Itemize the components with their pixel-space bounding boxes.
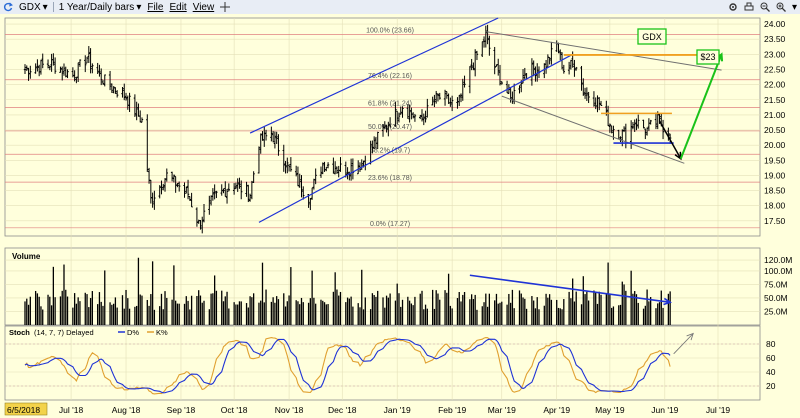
price-tick-label: 19.50 [764, 155, 786, 165]
toolbar-divider [52, 2, 54, 12]
print-icon[interactable] [741, 0, 757, 14]
stoch-tick-label: 20 [766, 381, 776, 391]
stoch-params: (14, 7, 7) Delayed [34, 328, 94, 337]
menu-file[interactable]: File [144, 0, 166, 14]
stoch-tick-label: 40 [766, 367, 776, 377]
target-badge-label: $23 [700, 52, 715, 62]
target-badge: $23 [696, 49, 720, 65]
volume-tick-label: 100.0M [764, 266, 792, 276]
timeframe-selector[interactable]: 1 Year/Daily bars ▾ [56, 0, 145, 14]
price-tick-label: 17.50 [764, 216, 786, 226]
x-tick-label: Jul '18 [59, 405, 84, 415]
x-tick-label: 6/5/2018 [7, 405, 40, 415]
x-tick-label: May '19 [595, 405, 625, 415]
volume-tick-label: 50.0M [764, 293, 788, 303]
menu-edit[interactable]: Edit [166, 0, 189, 14]
stoch-tick-label: 80 [766, 339, 776, 349]
fib-level-label: 23.6% (18.78) [368, 175, 412, 182]
x-tick-label: Nov '18 [275, 405, 304, 415]
fib-level-label: 61.8% (21.24) [368, 101, 412, 108]
stoch-series-k-label: K% [156, 328, 168, 337]
price-tick-label: 18.50 [764, 186, 786, 196]
x-tick-label: Jul '19 [706, 405, 731, 415]
gdx-badge-label: GDX [642, 32, 662, 42]
x-tick-label: Jan '19 [384, 405, 411, 415]
price-tick-label: 22.00 [764, 80, 786, 90]
price-tick-label: 24.00 [764, 19, 786, 29]
fib-level-label: 0.0% (17.27) [370, 221, 410, 228]
x-tick-label: Dec '18 [328, 405, 357, 415]
toolbar: GDX ▾ 1 Year/Daily bars ▾ File Edit View [0, 0, 800, 15]
x-tick-label: Sep '18 [167, 405, 196, 415]
settings-icon[interactable] [725, 0, 741, 14]
price-tick-label: 18.00 [764, 201, 786, 211]
price-tick-label: 23.50 [764, 34, 786, 44]
chart-canvas[interactable]: 100.0% (23.66) 76.4% (22.16) 61.8% (21.24)… [0, 14, 800, 418]
x-tick-label: Aug '18 [112, 405, 141, 415]
timeframe-label: 1 Year/Daily bars [58, 1, 135, 13]
price-tick-label: 19.00 [764, 170, 786, 180]
gdx-badge: GDX [637, 28, 667, 45]
menu-view[interactable]: View [190, 0, 218, 14]
price-tick-label: 21.50 [764, 95, 786, 105]
symbol-label: GDX [19, 1, 41, 13]
x-tick-label: Mar '19 [488, 405, 516, 415]
volume-tick-label: 25.0M [764, 306, 788, 316]
volume-panel-header: Volume [12, 252, 41, 261]
stoch-tick-label: 60 [766, 353, 776, 363]
price-tick-label: 23.00 [764, 49, 786, 59]
zoom-out-icon[interactable] [757, 0, 773, 14]
options-dropdown-icon[interactable]: ▾ [789, 0, 800, 14]
price-tick-label: 22.50 [764, 64, 786, 74]
fib-level-label: 76.4% (22.16) [368, 73, 412, 80]
crosshair-icon[interactable] [217, 0, 233, 14]
x-tick-label: Oct '18 [221, 405, 248, 415]
price-tick-label: 21.00 [764, 110, 786, 120]
x-tick-label: Jun '19 [651, 405, 678, 415]
symbol-dropdown-icon: ▾ [42, 1, 48, 13]
volume-tick-label: 75.0M [764, 279, 788, 289]
toolbar-right: ▾ [725, 0, 800, 14]
symbol-selector[interactable]: GDX ▾ [16, 0, 51, 14]
price-tick-label: 20.50 [764, 125, 786, 135]
fib-level-label: 100.0% (23.66) [366, 27, 414, 34]
price-tick-label: 20.00 [764, 140, 786, 150]
x-tick-label: Feb '19 [438, 405, 466, 415]
chart-window: GDX ▾ 1 Year/Daily bars ▾ File Edit View [0, 0, 800, 418]
stoch-title: Stoch [9, 328, 30, 337]
volume-title: Volume [12, 252, 41, 261]
volume-tick-label: 120.0M [764, 255, 792, 265]
refresh-icon[interactable] [0, 0, 16, 14]
stoch-series-d-label: D% [127, 328, 139, 337]
x-tick-label: Apr '19 [543, 405, 570, 415]
timeframe-dropdown-icon: ▾ [136, 1, 142, 13]
zoom-in-icon[interactable] [773, 0, 789, 14]
